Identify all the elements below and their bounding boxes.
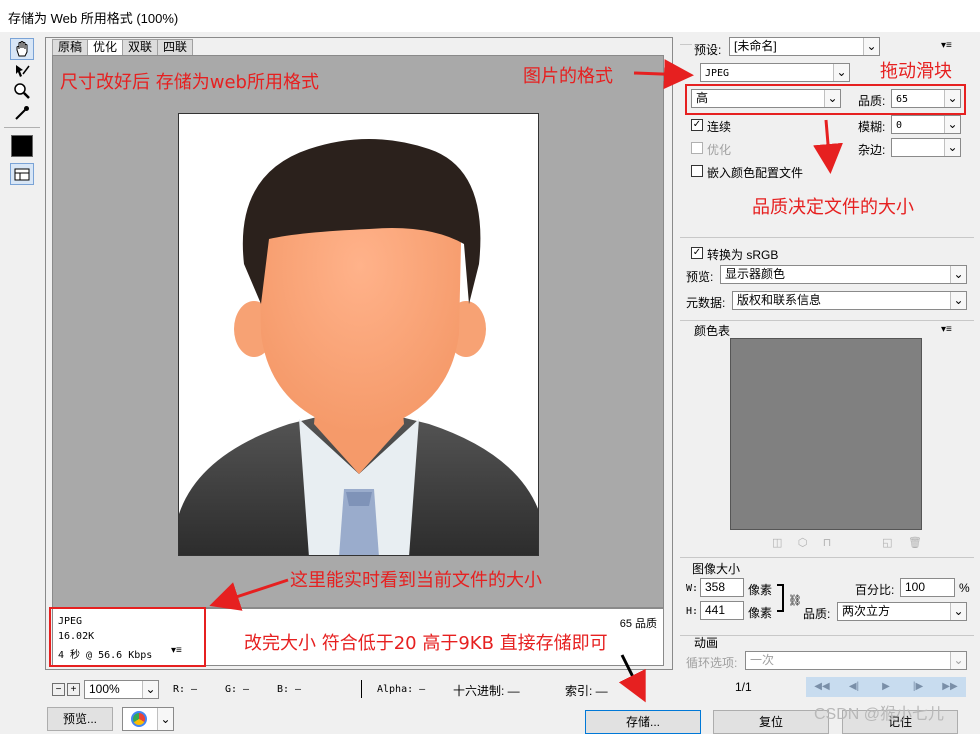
watermark: CSDN @猴小七儿 [814, 706, 945, 723]
annotation-arrow [813, 119, 843, 174]
annotation-arrow [618, 654, 646, 703]
annotation-arrow [209, 578, 289, 611]
annotation-arrow [633, 59, 694, 90]
annotation-arrows [209, 59, 843, 703]
